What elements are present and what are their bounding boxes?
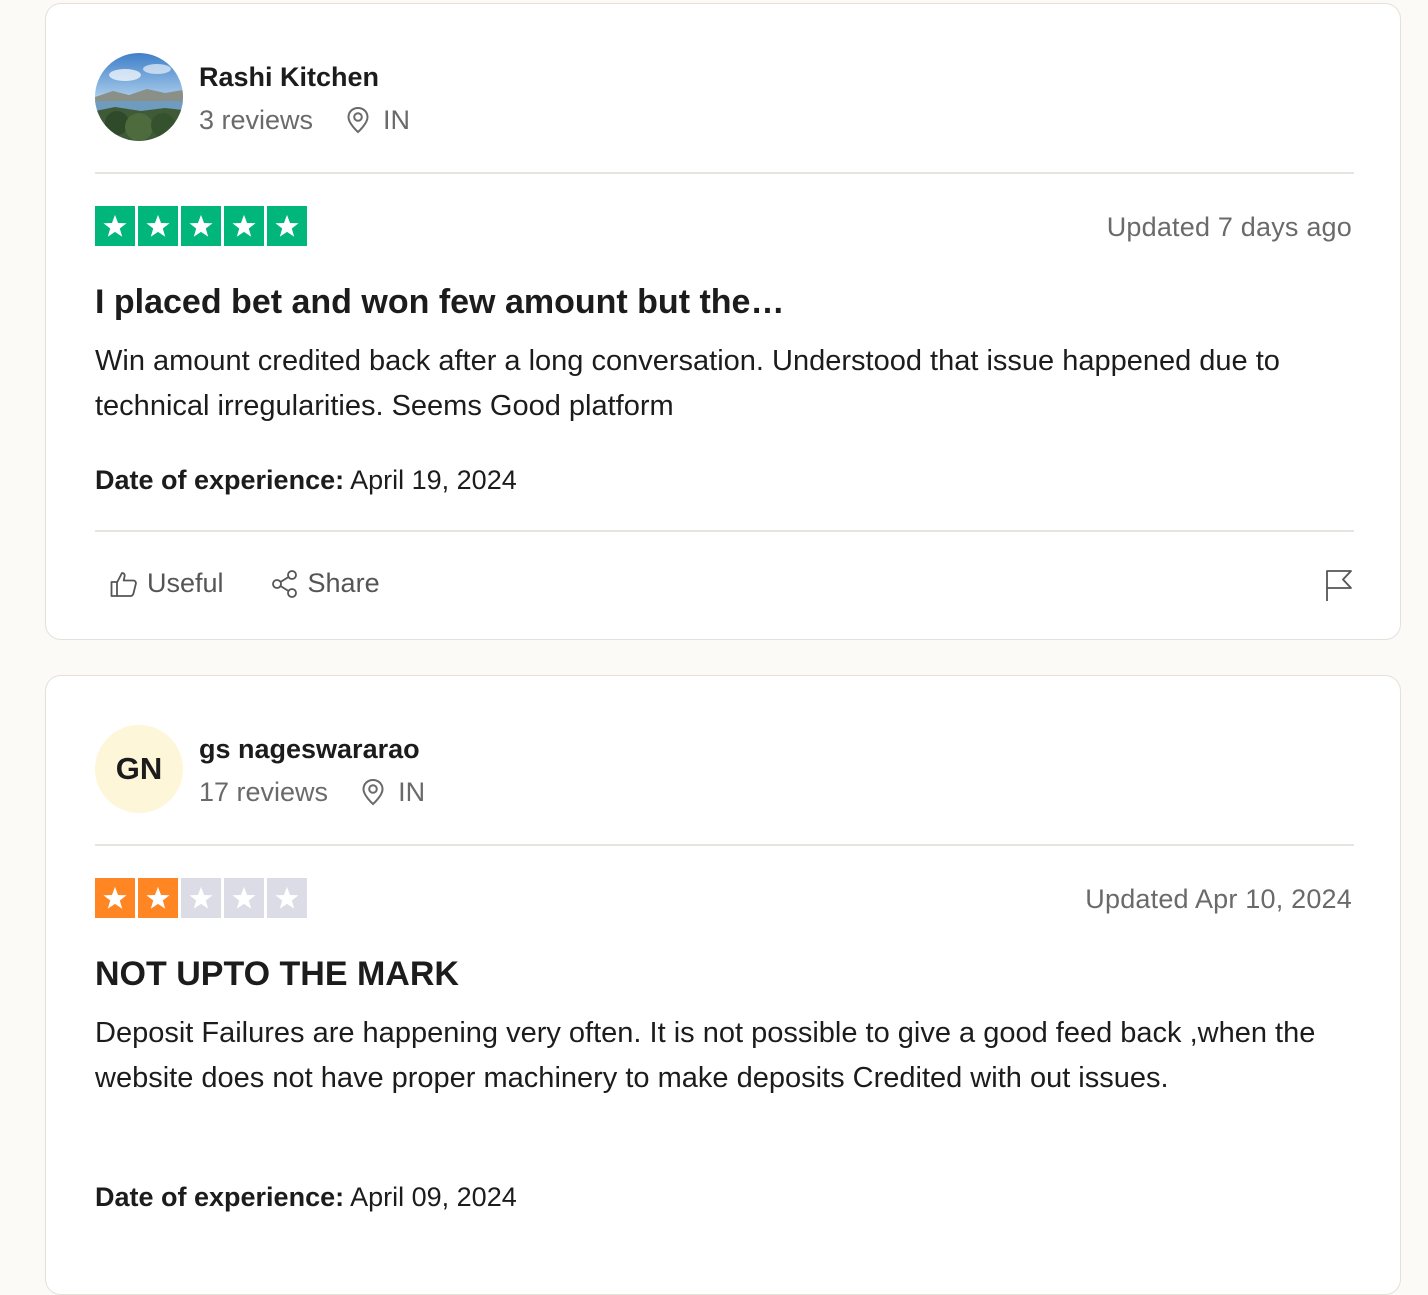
review-card: GN gs nageswararao 17 reviews IN Updated…: [45, 675, 1401, 1295]
star-filled-icon: [267, 206, 307, 246]
review-count: 17 reviews: [199, 776, 329, 807]
location: IN: [345, 104, 410, 136]
experience-label: Date of experience:: [95, 1182, 345, 1212]
avatar-initials: GN: [115, 751, 163, 786]
location: IN: [360, 776, 425, 808]
review-card: Rashi Kitchen 3 reviews IN Updated 7 day…: [45, 3, 1401, 640]
updated-date: Updated 7 days ago: [1106, 212, 1352, 242]
useful-label: Useful: [147, 568, 224, 598]
report-flag-button[interactable]: [1324, 568, 1354, 607]
star-filled-icon: [224, 206, 264, 246]
star-rating: [95, 206, 307, 246]
consumer-name[interactable]: gs nageswararao: [199, 731, 425, 767]
experience-date: April 19, 2024: [350, 465, 517, 495]
star-rating: [95, 878, 307, 918]
divider: [95, 172, 1354, 174]
consumer-meta: 17 reviews IN: [199, 776, 425, 808]
location-pin-icon: [362, 778, 384, 805]
useful-button[interactable]: Useful: [109, 568, 224, 599]
avatar-landscape-photo: [95, 53, 183, 141]
star-empty-icon: [224, 878, 264, 918]
review-body: Win amount credited back after a long co…: [95, 345, 1280, 422]
flag-icon: [1326, 570, 1352, 601]
star-filled-icon: [95, 206, 135, 246]
divider: [95, 530, 1354, 532]
star-filled-icon: [181, 206, 221, 246]
country-code: IN: [383, 104, 411, 135]
updated-date: Updated Apr 10, 2024: [1085, 884, 1352, 914]
review-title[interactable]: NOT UPTO THE MARK: [95, 954, 459, 994]
consumer-header[interactable]: Rashi Kitchen 3 reviews IN: [95, 52, 410, 142]
location-pin-icon: [347, 106, 369, 133]
experience-date: April 09, 2024: [350, 1182, 517, 1212]
date-of-experience: Date of experience: April 09, 2024: [95, 1181, 517, 1213]
share-label: Share: [307, 568, 380, 598]
consumer-meta: 3 reviews IN: [199, 104, 410, 136]
star-filled-icon: [95, 878, 135, 918]
consumer-header[interactable]: GN gs nageswararao 17 reviews IN: [95, 724, 425, 814]
star-filled-icon: [138, 878, 178, 918]
star-empty-icon: [267, 878, 307, 918]
date-of-experience: Date of experience: April 19, 2024: [95, 464, 517, 496]
avatar[interactable]: [95, 53, 183, 141]
experience-label: Date of experience:: [95, 465, 345, 495]
star-empty-icon: [181, 878, 221, 918]
share-button[interactable]: Share: [270, 568, 380, 599]
review-title[interactable]: I placed bet and won few amount but the…: [95, 282, 784, 322]
thumbs-up-icon: [110, 571, 137, 597]
review-actions: Useful Share: [109, 568, 380, 599]
avatar[interactable]: GN: [95, 725, 183, 813]
share-icon: [271, 569, 297, 598]
divider: [95, 844, 1354, 846]
consumer-name[interactable]: Rashi Kitchen: [199, 59, 410, 95]
review-count: 3 reviews: [199, 104, 314, 135]
country-code: IN: [398, 776, 426, 807]
star-filled-icon: [138, 206, 178, 246]
review-body: Deposit Failures are happening very ofte…: [95, 1017, 1316, 1094]
